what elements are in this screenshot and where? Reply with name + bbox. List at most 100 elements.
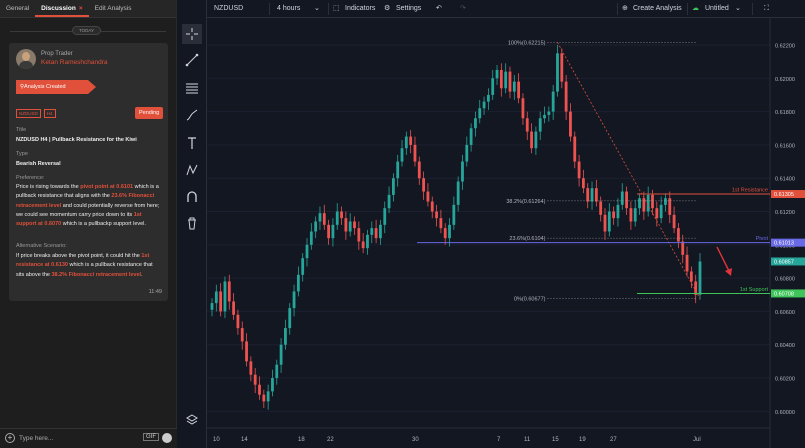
candle-body [262, 394, 266, 402]
candle-body [448, 224, 451, 239]
y-tick-label: 0.62200 [775, 43, 795, 49]
add-attachment-icon[interactable]: + [5, 433, 15, 443]
fib-retracement-tool[interactable] [182, 78, 202, 98]
analysis-title: NZDUSD H4 | Pullback Resistance for the … [16, 137, 137, 143]
candle-body [594, 188, 598, 202]
candle-body [560, 53, 564, 82]
crosshair-icon [186, 28, 198, 40]
magnet-tool[interactable] [182, 187, 202, 207]
x-tick-label: 14 [241, 437, 248, 443]
fib-level-label: 100%(0.62215) [508, 40, 546, 46]
candle-body [586, 188, 590, 202]
candle-body [469, 128, 473, 145]
chart-canvas[interactable]: 0.62200 0.62000 0.61800 0.61600 0.61400 0.612… [207, 18, 805, 448]
candle-body [538, 118, 542, 132]
candle-body [620, 191, 624, 205]
tab-general[interactable]: General [0, 0, 35, 17]
tab-edit-analysis[interactable]: Edit Analysis [89, 0, 138, 17]
candle-body [625, 191, 628, 209]
candle-body [465, 144, 469, 162]
candle-body [577, 161, 581, 179]
trendline-tool[interactable] [182, 50, 202, 70]
author-name[interactable]: Ketan Rameshchandra [41, 59, 108, 66]
candle-body [404, 136, 408, 149]
candle-body [672, 214, 676, 229]
gif-button[interactable]: GIF [143, 433, 159, 441]
pattern-icon [186, 164, 198, 176]
candle-body [370, 228, 374, 235]
trash-icon [188, 217, 196, 230]
redo-icon[interactable]: ↷ [460, 0, 466, 18]
avatar-body [19, 61, 33, 69]
y-tick-label: 0.61200 [775, 210, 795, 216]
candle-body [439, 218, 443, 229]
candle-body [495, 69, 499, 79]
pref-highlight-pivot: pivot point at 0.6101 [80, 184, 134, 190]
y-tick-label: 0.61600 [775, 143, 795, 149]
text-icon [188, 137, 196, 149]
candle-body [357, 228, 361, 242]
layers-tool[interactable] [182, 410, 202, 430]
undo-icon[interactable]: ↶ [436, 0, 442, 18]
tab-discussion-label: Discussion [41, 5, 76, 12]
tab-close-icon[interactable]: × [79, 5, 83, 12]
x-tick-label: 18 [298, 437, 305, 443]
analysis-message-card: Prop Trader Ketan Rameshchandra ⚲Analysi… [9, 43, 168, 301]
candle-body [344, 218, 348, 232]
y-tick-label: 0.60400 [775, 343, 795, 349]
status-badge: Pending [135, 107, 164, 119]
candle-body [279, 344, 283, 365]
candle-body [322, 213, 326, 225]
interval-select[interactable]: 4 hours [277, 0, 300, 18]
crosshair-tool[interactable] [182, 24, 202, 44]
chevron-down-icon[interactable]: ⌄ [735, 0, 741, 18]
avatar[interactable] [16, 49, 36, 69]
candle-body [607, 211, 611, 232]
candle-body [599, 201, 603, 215]
pref-text-1: Price is rising towards the [16, 184, 81, 190]
candle-body [366, 234, 369, 249]
delete-tool[interactable] [182, 213, 202, 233]
type-label: Type [16, 151, 28, 157]
separator [687, 3, 688, 15]
chevron-down-icon[interactable]: ⌄ [314, 0, 320, 18]
x-tick-label: 19 [579, 437, 586, 443]
candle-body [245, 341, 248, 362]
candle-body [422, 178, 426, 192]
x-tick-label: Jul [693, 437, 701, 443]
candle-body [232, 301, 235, 315]
candle-body [240, 328, 244, 342]
tab-discussion[interactable]: Discussion × [35, 0, 89, 17]
indicators-button[interactable]: Indicators [345, 0, 375, 18]
create-analysis-icon: ⊕ [622, 5, 628, 12]
emoji-icon[interactable] [162, 433, 172, 443]
y-tick-label: 0.61800 [775, 110, 795, 116]
brush-tool[interactable] [182, 105, 202, 125]
candle-body [629, 208, 633, 222]
candle-body [543, 114, 546, 119]
candle-body [512, 81, 516, 92]
alt-highlight-fib: 38.2% Fibonacci retracement level [51, 271, 142, 278]
settings-button[interactable]: Settings [396, 0, 421, 18]
candle-body [590, 188, 594, 202]
message-input[interactable] [19, 432, 137, 445]
candle-body [491, 78, 495, 95]
candle-body [482, 101, 486, 109]
candle-body [271, 378, 274, 392]
layers-icon [186, 414, 198, 425]
app-window: General Discussion × Edit Analysis TODAY … [0, 0, 805, 448]
chart-topbar: NZDUSD 4 hours ⌄ ⬚ Indicators ⚙ Settings… [207, 0, 805, 18]
candle-body [581, 178, 585, 189]
fib-level-label: 0%(0.60677) [514, 297, 546, 303]
symbol-search[interactable]: NZDUSD [214, 0, 243, 18]
fullscreen-icon[interactable]: ⛶ [764, 0, 769, 18]
separator [328, 3, 329, 15]
text-tool[interactable] [182, 133, 202, 153]
price-chart[interactable]: 0.62200 0.62000 0.61800 0.61600 0.61400 0.612… [207, 18, 805, 448]
create-analysis-button[interactable]: Create Analysis [633, 0, 682, 18]
trendline-icon [185, 53, 199, 67]
candle-body [452, 204, 456, 225]
pattern-tool[interactable] [182, 160, 202, 180]
analysis-type: Bearish Reversal [16, 161, 61, 167]
layout-name[interactable]: Untitled [705, 0, 729, 18]
